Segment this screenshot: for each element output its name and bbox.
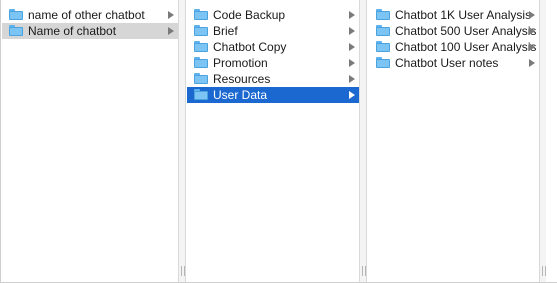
column-2-list: Code Backup Brief Chatbot Copy Promotion… [187, 0, 359, 103]
folder-item-code-backup[interactable]: Code Backup [187, 7, 359, 23]
folder-icon [194, 73, 208, 84]
chevron-right-icon [349, 11, 355, 19]
folder-item-promotion[interactable]: Promotion [187, 55, 359, 71]
resize-grip-icon [181, 266, 185, 276]
column-1[interactable]: name of other chatbot Name of chatbot [2, 0, 178, 282]
folder-label: Name of chatbot [28, 24, 117, 38]
folder-item-name-of-chatbot[interactable]: Name of chatbot [2, 23, 178, 39]
folder-label: Promotion [213, 56, 268, 70]
folder-label: name of other chatbot [28, 8, 145, 22]
folder-icon [194, 41, 208, 52]
column-3[interactable]: Chatbot 1K User Analysis Chatbot 500 Use… [369, 0, 539, 282]
folder-label: Chatbot User notes [395, 56, 499, 70]
folder-icon [194, 25, 208, 36]
column-2[interactable]: Code Backup Brief Chatbot Copy Promotion… [187, 0, 359, 282]
chevron-right-icon [529, 59, 535, 67]
folder-label: Chatbot Copy [213, 40, 287, 54]
folder-label: Brief [213, 24, 238, 38]
chevron-right-icon [349, 43, 355, 51]
folder-item-chatbot-500-user-analysis[interactable]: Chatbot 500 User Analysis [369, 23, 539, 39]
chevron-right-icon [529, 11, 535, 19]
folder-item-brief[interactable]: Brief [187, 23, 359, 39]
folder-label: Resources [213, 72, 271, 86]
finder-column-view: name of other chatbot Name of chatbot Co… [0, 0, 557, 283]
chevron-right-icon [529, 27, 535, 35]
chevron-right-icon [529, 43, 535, 51]
chevron-right-icon [349, 27, 355, 35]
column-4[interactable] [546, 0, 557, 282]
folder-label: Chatbot 1K User Analysis [395, 8, 532, 22]
column-3-list: Chatbot 1K User Analysis Chatbot 500 Use… [369, 0, 539, 71]
resize-grip-icon [362, 266, 366, 276]
folder-icon [194, 89, 208, 100]
folder-item-user-data[interactable]: User Data [187, 87, 359, 103]
column-resize-handle-2[interactable] [359, 0, 367, 282]
column-resize-handle-1[interactable] [178, 0, 186, 282]
folder-icon [9, 9, 23, 20]
folder-icon [194, 57, 208, 68]
chevron-right-icon [349, 91, 355, 99]
folder-icon [376, 9, 390, 20]
chevron-right-icon [349, 75, 355, 83]
chevron-right-icon [168, 11, 174, 19]
folder-item-resources[interactable]: Resources [187, 71, 359, 87]
folder-item-name-of-other-chatbot[interactable]: name of other chatbot [2, 7, 178, 23]
chevron-right-icon [168, 27, 174, 35]
folder-item-chatbot-user-notes[interactable]: Chatbot User notes [369, 55, 539, 71]
folder-icon [376, 57, 390, 68]
folder-icon [9, 25, 23, 36]
folder-label: Chatbot 500 User Analysis [395, 24, 537, 38]
folder-label: User Data [213, 88, 268, 102]
chevron-right-icon [349, 59, 355, 67]
column-1-list: name of other chatbot Name of chatbot [2, 0, 178, 39]
folder-label: Code Backup [213, 8, 286, 22]
folder-item-chatbot-copy[interactable]: Chatbot Copy [187, 39, 359, 55]
folder-icon [194, 9, 208, 20]
folder-item-chatbot-1k-user-analysis[interactable]: Chatbot 1K User Analysis [369, 7, 539, 23]
folder-item-chatbot-100-user-analysis[interactable]: Chatbot 100 User Analysis [369, 39, 539, 55]
folder-icon [376, 25, 390, 36]
folder-icon [376, 41, 390, 52]
folder-label: Chatbot 100 User Analysis [395, 40, 537, 54]
